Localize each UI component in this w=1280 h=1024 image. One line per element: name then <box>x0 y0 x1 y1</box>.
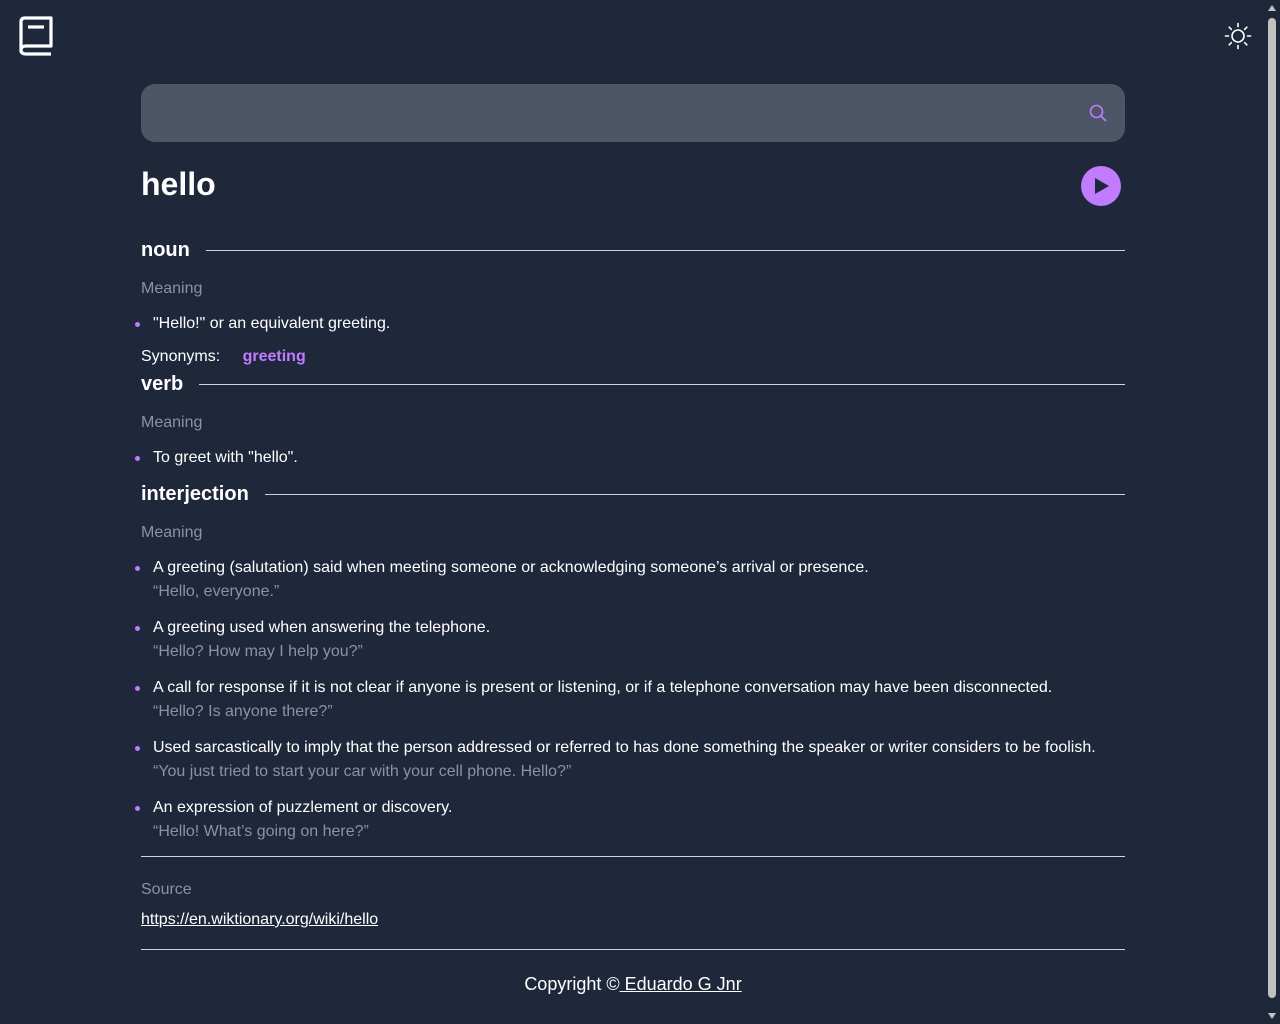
definition-list: To greet with "hello". <box>135 446 1125 470</box>
main-content: hello noun Meaning "Hello!" or an equiva… <box>135 84 1125 995</box>
book-icon[interactable] <box>18 16 54 56</box>
definition-item: Used sarcastically to imply that the per… <box>135 736 1125 784</box>
source-divider <box>141 856 1125 857</box>
search-bar <box>141 84 1125 142</box>
definition-text: An expression of puzzlement or discovery… <box>153 799 453 816</box>
sun-icon[interactable] <box>1224 22 1252 50</box>
definition-list: "Hello!" or an equivalent greeting. <box>135 312 1125 336</box>
definition-item: "Hello!" or an equivalent greeting. <box>135 312 1125 336</box>
meaning-label: Meaning <box>141 414 203 431</box>
word-header: hello <box>141 142 1125 242</box>
author-link[interactable]: Eduardo G Jnr <box>620 974 742 994</box>
definition-text: A call for response if it is not clear i… <box>153 679 1053 696</box>
part-of-speech: interjection <box>141 482 249 505</box>
divider <box>264 493 1125 495</box>
definition-text: A greeting (salutation) said when meetin… <box>153 559 869 576</box>
play-icon <box>1095 178 1109 194</box>
definition-item: An expression of puzzlement or discovery… <box>135 796 1125 844</box>
meaning-verb: verb Meaning To greet with "hello". <box>135 372 1125 470</box>
meaning-label: Meaning <box>141 524 203 541</box>
definition-item: A greeting (salutation) said when meetin… <box>135 556 1125 604</box>
definition-list: A greeting (salutation) said when meetin… <box>135 556 1125 844</box>
search-icon[interactable] <box>1089 104 1107 122</box>
search-input[interactable] <box>141 84 1071 142</box>
definition-text: "Hello!" or an equivalent greeting. <box>153 315 391 332</box>
divider <box>205 249 1125 251</box>
definition-example: “Hello? How may I help you?” <box>153 643 363 660</box>
play-pronunciation-button[interactable] <box>1081 166 1121 206</box>
part-of-speech-heading: verb <box>141 372 1125 396</box>
word-title: hello <box>141 166 216 202</box>
definition-example: “Hello! What’s going on here?” <box>153 823 369 840</box>
source-label: Source <box>141 881 192 898</box>
synonyms-row: Synonyms: greeting <box>141 348 1125 372</box>
divider <box>199 383 1125 385</box>
definition-item: To greet with "hello". <box>135 446 1125 470</box>
footer-divider <box>141 949 1125 950</box>
footer: Copyright © Eduardo G Jnr <box>141 974 1125 995</box>
synonym-link[interactable]: greeting <box>243 348 306 365</box>
scrollbar[interactable] <box>1264 0 1280 1024</box>
scroll-down-arrow[interactable] <box>1268 1013 1276 1019</box>
definition-item: A greeting used when answering the telep… <box>135 616 1125 664</box>
source-link[interactable]: https://en.wiktionary.org/wiki/hello <box>141 911 378 929</box>
definition-example: “You just tried to start your car with y… <box>153 763 572 780</box>
part-of-speech: verb <box>141 372 184 395</box>
copyright-text: Copyright © <box>524 974 620 994</box>
definition-item: A call for response if it is not clear i… <box>135 676 1125 724</box>
scroll-up-arrow[interactable] <box>1268 5 1276 11</box>
definition-text: A greeting used when answering the telep… <box>153 619 491 636</box>
synonyms-label: Synonyms: <box>141 348 221 365</box>
definition-example: “Hello, everyone.” <box>153 583 280 600</box>
definition-example: “Hello? Is anyone there?” <box>153 703 333 720</box>
definition-text: To greet with "hello". <box>153 449 298 466</box>
definition-text: Used sarcastically to imply that the per… <box>153 739 1096 756</box>
meaning-noun: noun Meaning "Hello!" or an equivalent g… <box>135 238 1125 372</box>
meaning-interjection: interjection Meaning A greeting (salutat… <box>135 482 1125 844</box>
scrollbar-thumb[interactable] <box>1268 18 1276 998</box>
part-of-speech-heading: interjection <box>141 482 1125 506</box>
meaning-label: Meaning <box>141 280 203 297</box>
